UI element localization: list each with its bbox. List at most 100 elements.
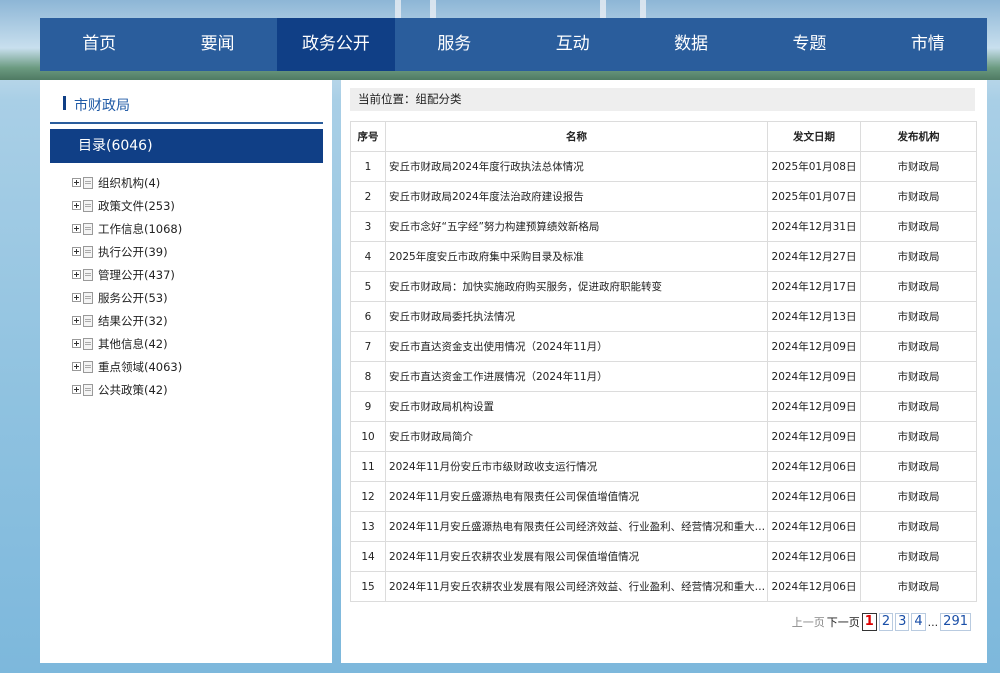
row-title-link[interactable]: 安丘市财政局简介 bbox=[385, 421, 768, 452]
table-row: 5 安丘市财政局：加快实施政府购买服务，促进政府职能转变 2024年12月17日 市财… bbox=[350, 271, 977, 302]
title-accent-bar bbox=[63, 96, 66, 110]
document-icon bbox=[83, 360, 93, 373]
nav-item-city-info[interactable]: 市情 bbox=[869, 18, 987, 71]
row-title-link[interactable]: 安丘市直达资金工作进展情况（2024年11月） bbox=[385, 361, 768, 392]
expand-plus-icon[interactable] bbox=[72, 385, 81, 394]
row-publisher: 市财政局 bbox=[860, 151, 977, 182]
row-index: 13 bbox=[350, 511, 386, 542]
row-date: 2024年12月06日 bbox=[767, 511, 861, 542]
main-content: 当前位置：组配分类 序号 名称 发文日期 发布机构 1 安丘市财政局2024年度行… bbox=[341, 80, 987, 663]
row-title-link[interactable]: 2025年度安丘市政府集中采购目录及标准 bbox=[385, 241, 768, 272]
tree-item-label: 组织机构(4) bbox=[98, 175, 161, 190]
tree-item-label: 其他信息(42) bbox=[98, 336, 168, 351]
row-publisher: 市财政局 bbox=[860, 331, 977, 362]
row-index: 6 bbox=[350, 301, 386, 332]
table-header-row: 序号 名称 发文日期 发布机构 bbox=[350, 121, 977, 152]
expand-plus-icon[interactable] bbox=[72, 362, 81, 371]
tree-item[interactable]: 服务公开(53) bbox=[72, 286, 182, 309]
row-title-link[interactable]: 安丘市财政局机构设置 bbox=[385, 391, 768, 422]
tree-item[interactable]: 公共政策(42) bbox=[72, 378, 182, 401]
row-title-link[interactable]: 2024年11月安丘盛源热电有限责任公司保值增值情况 bbox=[385, 481, 768, 512]
row-title-link[interactable]: 安丘市念好“五字经”努力构建预算绩效新格局 bbox=[385, 211, 768, 242]
tree-item[interactable]: 结果公开(32) bbox=[72, 309, 182, 332]
expand-plus-icon[interactable] bbox=[72, 224, 81, 233]
row-title-link[interactable]: 2024年11月安丘农耕农业发展有限公司经济效益、行业盈利、经营情况和重大变..… bbox=[385, 571, 768, 602]
nav-item-interaction[interactable]: 互动 bbox=[514, 18, 632, 71]
expand-plus-icon[interactable] bbox=[72, 293, 81, 302]
row-index: 2 bbox=[350, 181, 386, 212]
row-publisher: 市财政局 bbox=[860, 421, 977, 452]
row-publisher: 市财政局 bbox=[860, 241, 977, 272]
row-date: 2024年12月06日 bbox=[767, 451, 861, 482]
table-row: 14 2024年11月安丘农耕农业发展有限公司保值增值情况 2024年12月06日市… bbox=[350, 541, 977, 572]
bridge-decoration bbox=[640, 0, 646, 18]
row-publisher: 市财政局 bbox=[860, 451, 977, 482]
nav-item-gov-affairs[interactable]: 政务公开 bbox=[276, 18, 396, 71]
table-row: 6 安丘市财政局委托执法情况 2024年12月13日 市财政局 bbox=[350, 301, 977, 332]
tree-item-label: 管理公开(437) bbox=[98, 267, 175, 282]
page-link-4[interactable]: 4 bbox=[911, 613, 926, 631]
row-title-link[interactable]: 安丘市财政局2024年度法治政府建设报告 bbox=[385, 181, 768, 212]
row-publisher: 市财政局 bbox=[860, 481, 977, 512]
row-index: 4 bbox=[350, 241, 386, 272]
page-link-last[interactable]: 291 bbox=[940, 613, 971, 631]
row-publisher: 市财政局 bbox=[860, 181, 977, 212]
page-link-3[interactable]: 3 bbox=[895, 613, 910, 631]
row-index: 3 bbox=[350, 211, 386, 242]
document-icon bbox=[83, 268, 93, 281]
tree-item-label: 服务公开(53) bbox=[98, 290, 168, 305]
expand-plus-icon[interactable] bbox=[72, 270, 81, 279]
nav-item-data[interactable]: 数据 bbox=[632, 18, 750, 71]
row-publisher: 市财政局 bbox=[860, 271, 977, 302]
tree-item[interactable]: 工作信息(1068) bbox=[72, 217, 182, 240]
row-index: 11 bbox=[350, 451, 386, 482]
row-publisher: 市财政局 bbox=[860, 211, 977, 242]
tree-item[interactable]: 政策文件(253) bbox=[72, 194, 182, 217]
expand-plus-icon[interactable] bbox=[72, 201, 81, 210]
expand-plus-icon[interactable] bbox=[72, 178, 81, 187]
page-link-2[interactable]: 2 bbox=[878, 613, 894, 631]
tree-item[interactable]: 重点领域(4063) bbox=[72, 355, 182, 378]
tree-item[interactable]: 管理公开(437) bbox=[72, 263, 182, 286]
pagination-ellipsis: ... bbox=[927, 615, 939, 629]
row-publisher: 市财政局 bbox=[860, 511, 977, 542]
prev-page-link[interactable]: 上一页 bbox=[792, 614, 825, 630]
nav-item-topics[interactable]: 专题 bbox=[750, 18, 868, 71]
catalog-header[interactable]: 目录(6046) bbox=[50, 129, 323, 163]
row-date: 2024年12月09日 bbox=[767, 391, 861, 422]
expand-plus-icon[interactable] bbox=[72, 316, 81, 325]
expand-plus-icon[interactable] bbox=[72, 339, 81, 348]
sidebar-org-title: 市财政局 bbox=[50, 92, 323, 124]
document-icon bbox=[83, 291, 93, 304]
nav-item-news[interactable]: 要闻 bbox=[158, 18, 276, 71]
row-title-link[interactable]: 安丘市直达资金支出使用情况（2024年11月） bbox=[385, 331, 768, 362]
expand-plus-icon[interactable] bbox=[72, 247, 81, 256]
row-publisher: 市财政局 bbox=[860, 391, 977, 422]
row-date: 2025年01月08日 bbox=[767, 151, 861, 182]
tree-item[interactable]: 执行公开(39) bbox=[72, 240, 182, 263]
row-title-link[interactable]: 安丘市财政局：加快实施政府购买服务，促进政府职能转变 bbox=[385, 271, 768, 302]
pagination: 上一页 下一页 1 2 3 4 ... 291 bbox=[792, 612, 973, 632]
row-title-link[interactable]: 安丘市财政局委托执法情况 bbox=[385, 301, 768, 332]
row-index: 8 bbox=[350, 361, 386, 392]
breadcrumb: 当前位置：组配分类 bbox=[350, 88, 975, 111]
table-row: 8 安丘市直达资金工作进展情况（2024年11月） 2024年12月09日 市财政局 bbox=[350, 361, 977, 392]
document-icon bbox=[83, 383, 93, 396]
table-row: 10 安丘市财政局简介 2024年12月09日 市财政局 bbox=[350, 421, 977, 452]
tree-item[interactable]: 其他信息(42) bbox=[72, 332, 182, 355]
bridge-decoration bbox=[395, 0, 401, 18]
row-title-link[interactable]: 2024年11月安丘农耕农业发展有限公司保值增值情况 bbox=[385, 541, 768, 572]
nav-item-services[interactable]: 服务 bbox=[395, 18, 513, 71]
org-title-label[interactable]: 市财政局 bbox=[74, 95, 130, 115]
row-index: 1 bbox=[350, 151, 386, 182]
nav-item-home[interactable]: 首页 bbox=[40, 18, 158, 71]
row-title-link[interactable]: 安丘市财政局2024年度行政执法总体情况 bbox=[385, 151, 768, 182]
next-page-link[interactable]: 下一页 bbox=[827, 614, 860, 630]
tree-item-label: 公共政策(42) bbox=[98, 382, 168, 397]
row-publisher: 市财政局 bbox=[860, 571, 977, 602]
tree-item[interactable]: 组织机构(4) bbox=[72, 171, 182, 194]
row-title-link[interactable]: 2024年11月安丘盛源热电有限责任公司经济效益、行业盈利、经营情况和重大变..… bbox=[385, 511, 768, 542]
document-icon bbox=[83, 176, 93, 189]
row-title-link[interactable]: 2024年11月份安丘市市级财政收支运行情况 bbox=[385, 451, 768, 482]
table-row: 12 2024年11月安丘盛源热电有限责任公司保值增值情况 2024年12月06日市… bbox=[350, 481, 977, 512]
